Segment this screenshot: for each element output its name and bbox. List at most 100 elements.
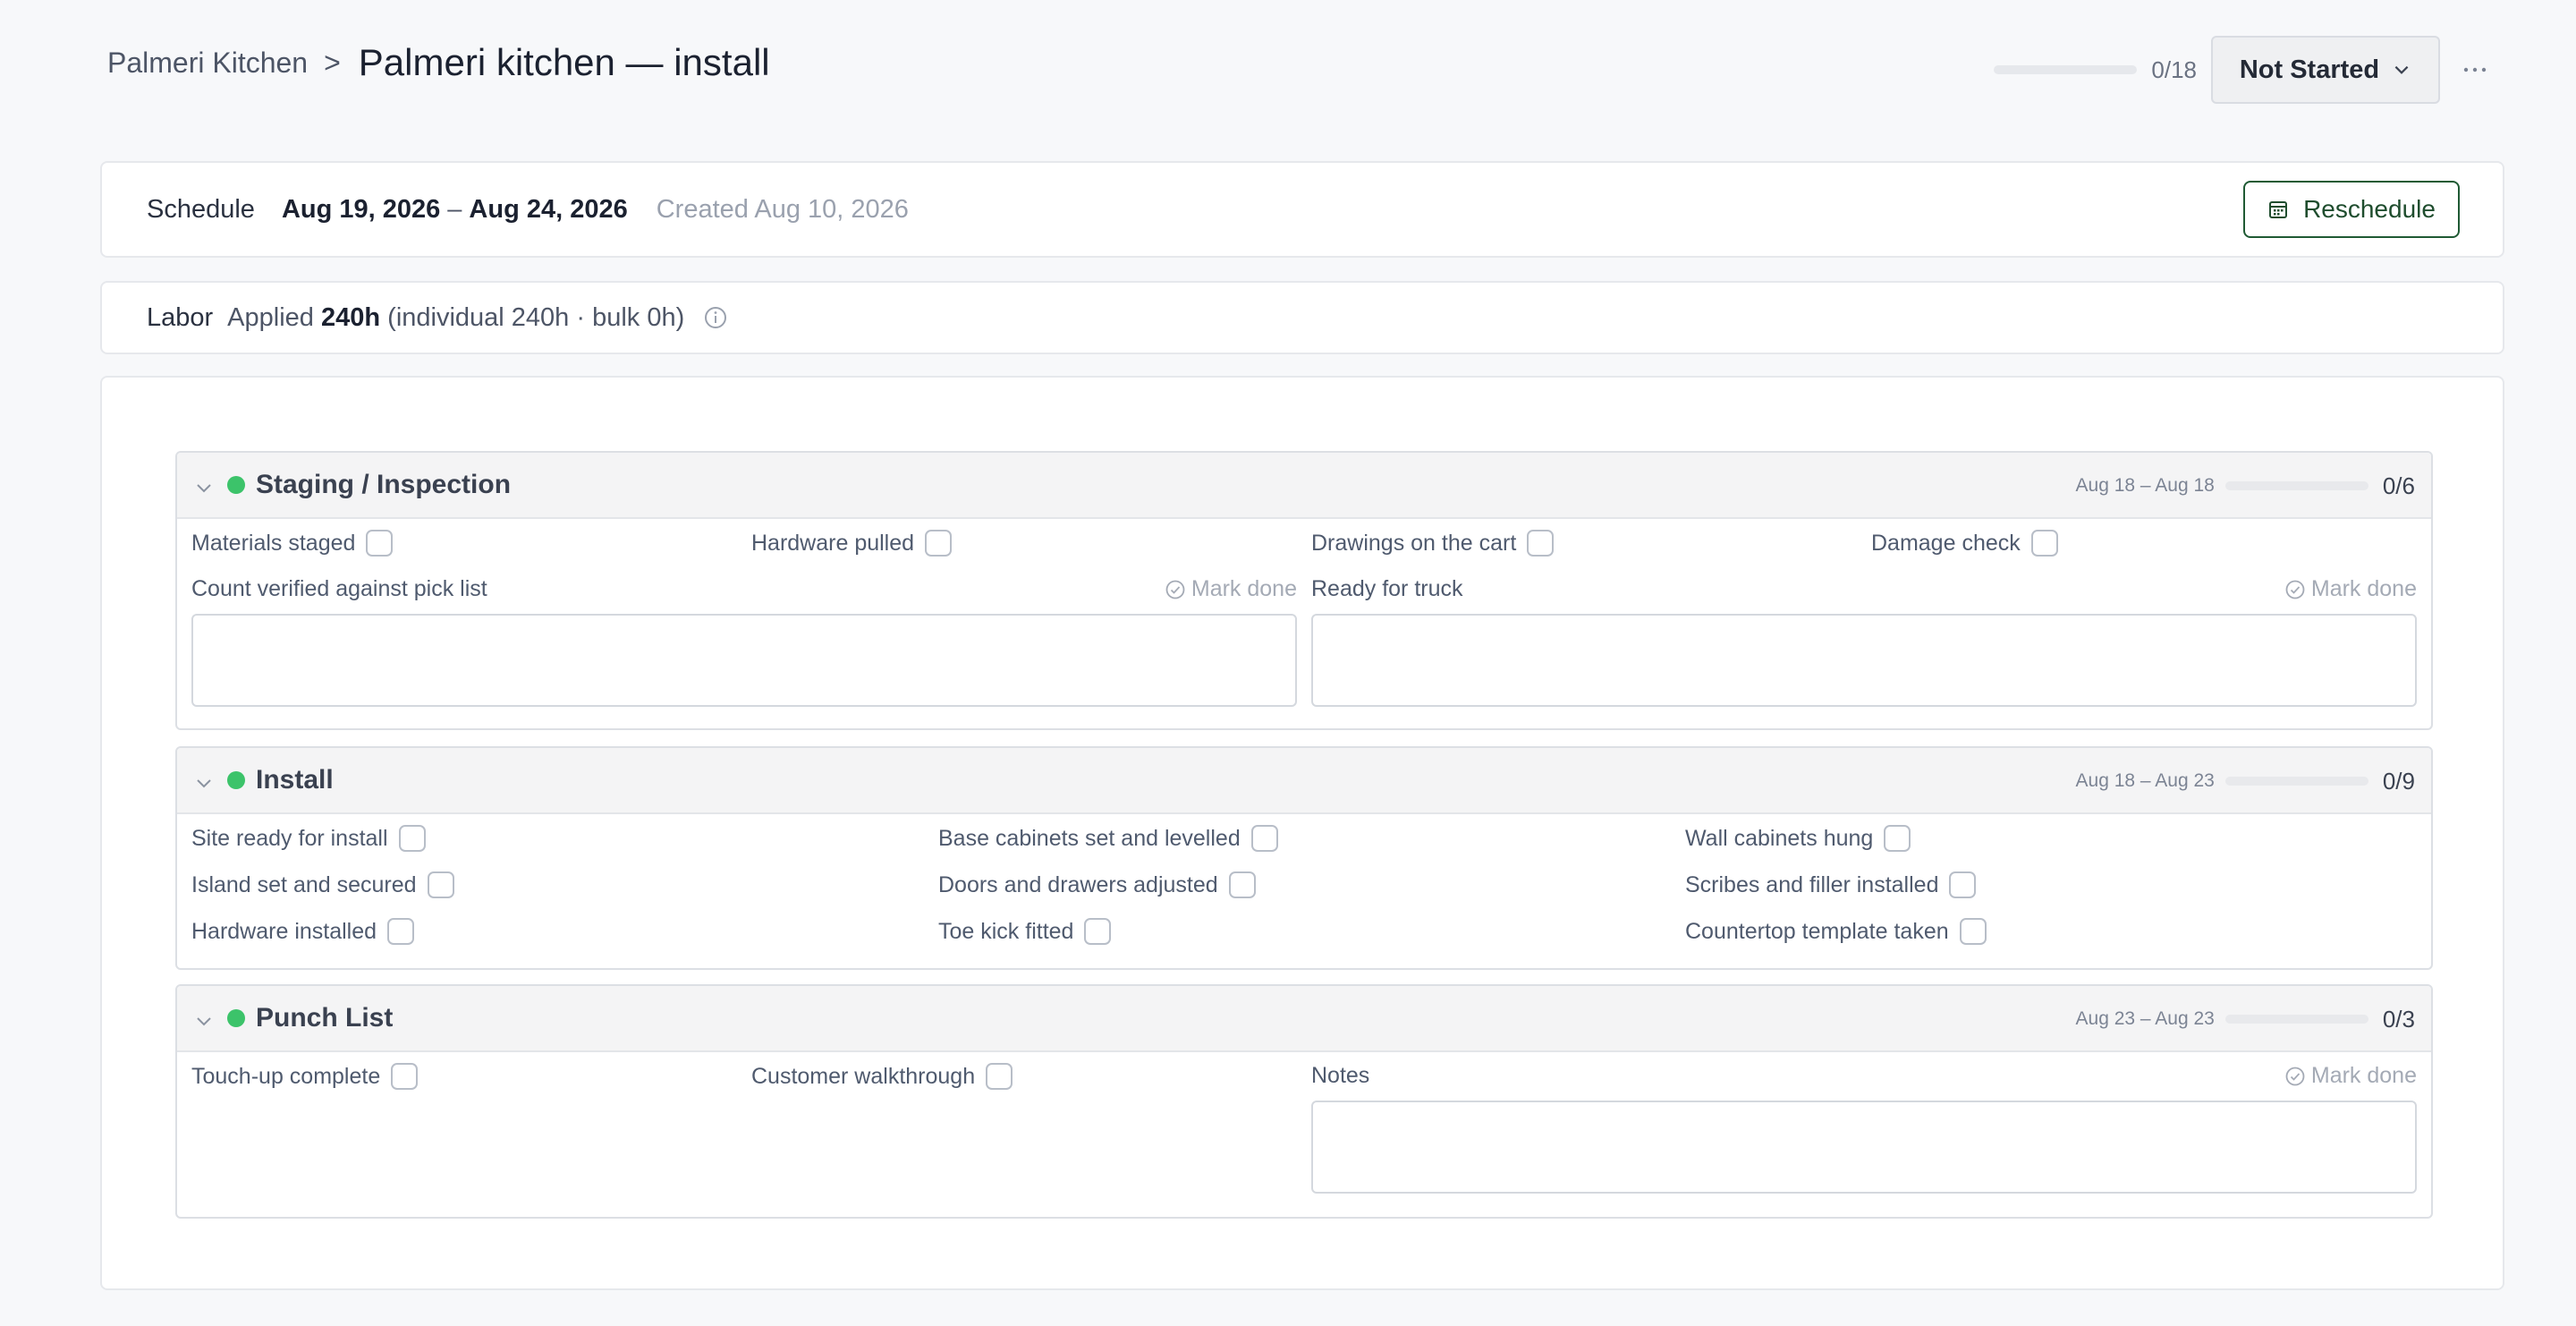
task-drawings-on-cart[interactable]: Drawings on the cart <box>1311 530 1555 557</box>
calendar-icon <box>2269 201 2288 218</box>
task-checkbox[interactable] <box>398 825 426 852</box>
note-ready-for-truck: Ready for truck Mark done <box>1311 576 2417 602</box>
mark-done-label: Mark done <box>2310 576 2417 601</box>
note-input-ready-for-truck[interactable] <box>1311 614 2417 707</box>
status-dropdown[interactable]: Not Started <box>2211 36 2440 104</box>
task-base-cabinets[interactable]: Base cabinets set and levelled <box>938 825 1278 852</box>
section-dates: Aug 18 – Aug 18 <box>2075 475 2215 496</box>
task-site-ready[interactable]: Site ready for install <box>191 825 426 852</box>
section-title: Staging / Inspection <box>256 470 512 499</box>
info-icon[interactable] <box>704 306 727 329</box>
task-doors-drawers[interactable]: Doors and drawers adjusted <box>938 871 1256 898</box>
task-label: Hardware pulled <box>751 530 915 556</box>
note-label: Notes <box>1311 1063 1370 1088</box>
overall-progress-count: 0/18 <box>2151 55 2197 83</box>
task-checkbox[interactable] <box>1527 530 1555 557</box>
status-dot <box>227 771 245 789</box>
section-header[interactable]: Staging / Inspection Aug 18 – Aug 18 0/6 <box>177 453 2431 519</box>
breadcrumb-separator: > <box>324 46 341 79</box>
task-label: Customer walkthrough <box>751 1063 976 1089</box>
note-label: Ready for truck <box>1311 576 1463 601</box>
task-label: Damage check <box>1871 530 2021 556</box>
task-hardware-pulled[interactable]: Hardware pulled <box>751 530 953 557</box>
task-toe-kick[interactable]: Toe kick fitted <box>938 918 1112 945</box>
labor-prefix: Applied <box>227 302 314 332</box>
task-checkbox[interactable] <box>986 1063 1013 1090</box>
page-header: Palmeri Kitchen > Palmeri kitchen — inst… <box>107 36 2487 104</box>
task-wall-cabinets[interactable]: Wall cabinets hung <box>1685 825 1911 852</box>
labor-label: Labor <box>147 302 214 332</box>
task-label: Countertop template taken <box>1685 918 1949 944</box>
task-checkbox[interactable] <box>1884 825 1911 852</box>
status-dot <box>227 476 245 494</box>
chevron-down-icon[interactable] <box>195 1012 213 1030</box>
section-header[interactable]: Punch List Aug 23 – Aug 23 0/3 <box>177 986 2431 1052</box>
task-checkbox[interactable] <box>1228 871 1256 898</box>
task-materials-staged[interactable]: Materials staged <box>191 530 394 557</box>
task-checkbox[interactable] <box>1959 918 1987 945</box>
note-input-count-verified[interactable] <box>191 614 1297 707</box>
labor-summary: Applied 240h (individual 240h · bulk 0h) <box>227 303 684 333</box>
section-count: 0/6 <box>2382 472 2415 499</box>
section-progress: Aug 18 – Aug 18 0/6 <box>2076 453 2415 519</box>
mark-done-button[interactable]: Mark done <box>2284 576 2417 602</box>
note-input-notes[interactable] <box>1311 1101 2417 1194</box>
breadcrumb-root[interactable]: Palmeri Kitchen <box>107 47 308 80</box>
section-punch-list: Punch List Aug 23 – Aug 23 0/3 Touch-up … <box>175 984 2433 1219</box>
task-checkbox[interactable] <box>1084 918 1112 945</box>
task-checkbox[interactable] <box>2030 530 2058 557</box>
task-label: Materials staged <box>191 530 356 556</box>
task-label: Hardware installed <box>191 918 377 944</box>
schedule-label: Schedule <box>147 194 255 224</box>
section-count: 0/9 <box>2382 767 2415 795</box>
section-title: Punch List <box>256 1003 394 1033</box>
section-staging-inspection: Staging / Inspection Aug 18 – Aug 18 0/6… <box>175 451 2433 730</box>
schedule-created: Created Aug 10, 2026 <box>656 194 909 224</box>
task-checkbox[interactable] <box>391 1063 419 1090</box>
mark-done-button[interactable]: Mark done <box>1165 576 1297 602</box>
mark-done-button[interactable]: Mark done <box>2284 1063 2417 1089</box>
mark-done-label: Mark done <box>1191 576 1297 601</box>
task-damage-check[interactable]: Damage check <box>1871 530 2058 557</box>
task-checkbox[interactable] <box>1949 871 1977 898</box>
section-progress-bar <box>2224 777 2368 786</box>
task-island-set[interactable]: Island set and secured <box>191 871 454 898</box>
labor-detail: (individual 240h · bulk 0h) <box>387 302 685 332</box>
task-checkbox[interactable] <box>1250 825 1278 852</box>
page-title: Palmeri kitchen — install <box>358 41 770 83</box>
task-label: Wall cabinets hung <box>1685 825 1874 851</box>
task-countertop-template[interactable]: Countertop template taken <box>1685 918 1987 945</box>
task-checkbox[interactable] <box>427 871 454 898</box>
task-label: Doors and drawers adjusted <box>938 871 1218 897</box>
section-install: Install Aug 18 – Aug 23 0/9 Site ready f… <box>175 746 2433 970</box>
reschedule-button[interactable]: Reschedule <box>2243 181 2460 238</box>
schedule-range: Aug 19, 2026– Aug 24, 2026 <box>282 195 628 225</box>
mark-done-label: Mark done <box>2310 1063 2417 1088</box>
task-checkbox[interactable] <box>387 918 415 945</box>
chevron-down-icon[interactable] <box>195 479 213 497</box>
section-count: 0/3 <box>2382 1005 2415 1033</box>
schedule-card: Schedule Aug 19, 2026– Aug 24, 2026 Creat… <box>100 161 2504 258</box>
task-scribes-filler[interactable]: Scribes and filler installed <box>1685 871 1977 898</box>
more-options-button[interactable] <box>2440 43 2487 97</box>
chevron-down-icon[interactable] <box>195 774 213 792</box>
task-checkbox[interactable] <box>925 530 953 557</box>
task-label: Scribes and filler installed <box>1685 871 1939 897</box>
schedule-start: Aug 19, 2026 <box>281 194 441 224</box>
task-label: Toe kick fitted <box>938 918 1074 944</box>
labor-card: Labor Applied 240h (individual 240h · bu… <box>100 281 2504 354</box>
reschedule-label: Reschedule <box>2303 195 2436 223</box>
task-checkbox[interactable] <box>366 530 394 557</box>
task-hardware-installed[interactable]: Hardware installed <box>191 918 415 945</box>
section-header[interactable]: Install Aug 18 – Aug 23 0/9 <box>177 748 2431 814</box>
chevron-down-icon <box>2394 65 2409 74</box>
check-circle-icon <box>2285 1067 2305 1085</box>
status-dot <box>227 1009 245 1027</box>
note-label: Count verified against pick list <box>191 576 487 601</box>
header-actions: 0/18 Not Started <box>1994 36 2487 104</box>
section-dates: Aug 23 – Aug 23 <box>2075 1008 2215 1029</box>
section-progress: Aug 23 – Aug 23 0/3 <box>2076 986 2415 1052</box>
section-progress-bar <box>2224 481 2368 490</box>
task-customer-walkthrough[interactable]: Customer walkthrough <box>751 1063 1013 1090</box>
task-touch-up[interactable]: Touch-up complete <box>191 1063 419 1090</box>
